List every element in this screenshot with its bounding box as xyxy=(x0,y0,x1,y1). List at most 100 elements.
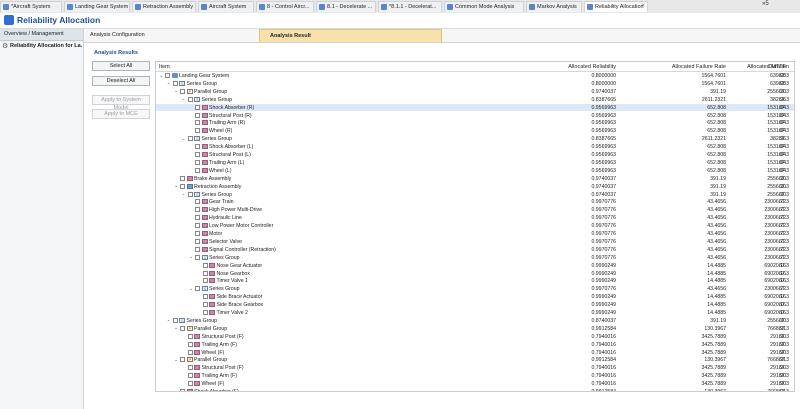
table-row[interactable]: Trailing Arm (F) 0.7940016 3425.7889 291.90… xyxy=(156,372,794,380)
table-row[interactable]: Gear Train 0.9970776 43.4656 23006.72 67.3 xyxy=(156,198,794,206)
table-row[interactable]: Nose Gearbox 0.9990249 14.4885 69020.16 67.3 xyxy=(156,270,794,278)
table-row[interactable]: Structural Post (F) 0.7940016 3425.7889 291… xyxy=(156,333,794,341)
editor-tab-2[interactable]: Retraction Assembly xyxy=(132,1,196,12)
row-checkbox[interactable] xyxy=(195,167,200,173)
editor-tab-7[interactable]: Common Mode Analysis xyxy=(444,1,524,12)
column-header-duration[interactable]: Duration xyxy=(729,64,789,70)
row-checkbox[interactable] xyxy=(187,341,193,347)
row-checkbox[interactable] xyxy=(195,207,200,213)
chevron-down-icon[interactable]: ⌄ xyxy=(174,357,178,363)
editor-tab-1[interactable]: Landing Gear System xyxy=(64,1,130,12)
table-row[interactable]: ⌄Series Group0.83876652611.2321382.9667.… xyxy=(156,135,794,143)
table-row[interactable]: Hydraulic Line 0.9970776 43.4656 23006.72 67… xyxy=(156,214,794,222)
chevron-down-icon[interactable]: ⌄ xyxy=(182,191,186,197)
row-checkbox[interactable] xyxy=(187,136,193,142)
row-checkbox[interactable] xyxy=(187,381,193,387)
apply-to-mce-button[interactable]: Apply to MCE xyxy=(92,109,150,119)
row-checkbox[interactable] xyxy=(187,365,193,371)
row-checkbox[interactable] xyxy=(195,128,200,134)
chevron-down-icon[interactable]: ⌄ xyxy=(159,73,163,79)
row-checkbox[interactable] xyxy=(172,317,178,323)
editor-tab-6[interactable]: *8.1.1 - Decelerat... xyxy=(378,1,442,12)
table-row[interactable]: ⌄Series Group0.83876652611.2321382.9667.… xyxy=(156,96,794,104)
editor-tab-8[interactable]: Markov Analysis xyxy=(526,1,582,12)
table-row[interactable]: Brake Assembly 0.9740037 391.19 2556.30 67.3 xyxy=(156,175,794,183)
table-row[interactable]: ⌄Series Group0.997077643.465623006.7267.… xyxy=(156,254,794,262)
row-checkbox[interactable] xyxy=(195,199,200,205)
row-checkbox[interactable] xyxy=(180,88,185,94)
table-row[interactable]: Wheel (L) 0.9569963 652.808 1531.84 67.3 xyxy=(156,167,794,175)
table-row[interactable]: ⌄ Retraction Assembly 0.9740037 391.19 2556.… xyxy=(156,183,794,191)
tab-analysis-configuration[interactable]: Analysis Configuration xyxy=(84,29,259,42)
table-row[interactable]: ⌄ Landing Gear System 0.8000000 1564.7601 63… xyxy=(156,72,794,80)
apply-to-system-model-button[interactable]: Apply to System Model xyxy=(92,95,150,111)
row-checkbox[interactable] xyxy=(195,104,200,110)
table-row[interactable]: Side Brace Actuator 0.9990249 14.4885 69020… xyxy=(156,293,794,301)
table-row[interactable]: Wheel (R) 0.9569963 652.808 1531.84 67.3 xyxy=(156,127,794,135)
table-row[interactable]: Motor 0.9970776 43.4656 23006.72 67.3 xyxy=(156,230,794,238)
chevron-down-icon[interactable]: ⌄ xyxy=(167,80,171,86)
row-checkbox[interactable] xyxy=(195,223,200,229)
row-checkbox[interactable] xyxy=(180,175,185,181)
column-header-item[interactable]: Item xyxy=(159,64,170,70)
row-checkbox[interactable] xyxy=(187,349,193,355)
chevron-down-icon[interactable]: ⌄ xyxy=(174,183,178,189)
chevron-down-icon[interactable]: ⌄ xyxy=(167,317,171,323)
table-row[interactable]: Wheel (F) 0.7940016 3425.7889 291.90 67.3 xyxy=(156,380,794,388)
row-checkbox[interactable] xyxy=(195,152,200,157)
chevron-down-icon[interactable]: ⌄ xyxy=(189,254,193,260)
chevron-down-icon[interactable]: ⌄ xyxy=(182,96,186,102)
editor-tab-0[interactable]: *Aircraft System xyxy=(0,1,62,12)
row-checkbox[interactable] xyxy=(202,294,208,300)
table-row[interactable]: Low Power Motor Controller 0.9970776 43.46… xyxy=(156,222,794,230)
table-row[interactable]: ⌄Series Group0.80000001564.7601639.0867.… xyxy=(156,80,794,88)
editor-tab-3[interactable]: Aircraft System xyxy=(198,1,254,12)
chevron-down-icon[interactable]: ⌄ xyxy=(189,286,193,292)
table-row[interactable]: Nose Gear Actuator 0.9990249 14.4885 69020.… xyxy=(156,262,794,270)
row-checkbox[interactable] xyxy=(195,238,200,244)
row-checkbox[interactable] xyxy=(195,286,200,292)
row-checkbox[interactable] xyxy=(195,231,200,236)
overview-management-header[interactable]: Overview / Management xyxy=(0,29,83,41)
editor-tab-9[interactable]: Reliability Allocation × xyxy=(584,1,648,12)
row-checkbox[interactable] xyxy=(165,73,170,78)
row-checkbox[interactable] xyxy=(202,302,208,308)
row-checkbox[interactable] xyxy=(195,215,200,221)
row-checkbox[interactable] xyxy=(180,183,185,189)
row-checkbox[interactable] xyxy=(187,191,193,197)
table-row[interactable]: Wheel (F) 0.7940016 3425.7889 291.90 67.3 xyxy=(156,349,794,357)
row-checkbox[interactable] xyxy=(202,262,208,268)
table-row[interactable]: Structural Post (R) 0.9569963 652.808 1531.… xyxy=(156,112,794,120)
tree-item-reliability-allocation[interactable]: ⚙ Reliability Allocation for La... xyxy=(0,41,83,52)
table-row[interactable]: Shock Absorber (L) 0.9569963 652.808 1531.8… xyxy=(156,143,794,151)
table-row[interactable]: Trailing Arm (L) 0.9569963 652.808 1531.84 6… xyxy=(156,159,794,167)
table-row[interactable]: High Power Multi-Drive 0.9970776 43.4656 23… xyxy=(156,206,794,214)
table-row[interactable]: Trailing Arm (F) 0.7940016 3425.7889 291.90… xyxy=(156,341,794,349)
table-row[interactable]: Selector Valve 0.9970776 43.4656 23006.72 67… xyxy=(156,238,794,246)
row-checkbox[interactable] xyxy=(180,357,185,363)
row-checkbox[interactable] xyxy=(195,112,200,118)
close-icon[interactable]: × xyxy=(641,3,645,9)
row-checkbox[interactable] xyxy=(202,310,208,315)
row-checkbox[interactable] xyxy=(202,270,208,276)
table-row[interactable]: ⌄Parallel Group0.9912584130.39677668.916… xyxy=(156,356,794,364)
chevron-down-icon[interactable]: ⌄ xyxy=(174,88,178,94)
row-checkbox[interactable] xyxy=(187,333,193,339)
table-row[interactable]: Shock Absorber (R) 0.9569963 652.808 1531.8… xyxy=(156,103,794,112)
row-checkbox[interactable] xyxy=(202,278,208,284)
chevron-down-icon[interactable]: ⌄ xyxy=(174,325,178,331)
table-row[interactable]: Structural Post (F) 0.7940016 3425.7889 291… xyxy=(156,364,794,372)
row-checkbox[interactable] xyxy=(195,246,200,252)
table-row[interactable]: Structural Post (L) 0.9569963 652.808 1531.… xyxy=(156,151,794,159)
table-row[interactable]: Side Brace Gearbox 0.9990249 14.4885 69020.… xyxy=(156,301,794,309)
table-row[interactable]: ⌄Series Group0.997077643.465623006.7267.… xyxy=(156,285,794,293)
row-checkbox[interactable] xyxy=(187,373,193,379)
row-checkbox[interactable] xyxy=(180,325,185,331)
editor-tab-5[interactable]: 8.1 - Decelerate ... xyxy=(316,1,376,12)
table-row[interactable]: ⌄Series Group0.9740037391.192556.3067.3 xyxy=(156,191,794,199)
column-header-allocated-reliability[interactable]: Allocated Reliability xyxy=(516,64,616,70)
row-checkbox[interactable] xyxy=(180,389,185,391)
chevron-down-icon[interactable]: ⌄ xyxy=(182,136,186,142)
row-checkbox[interactable] xyxy=(195,254,200,260)
deselect-all-button[interactable]: Deselect All xyxy=(92,76,150,86)
